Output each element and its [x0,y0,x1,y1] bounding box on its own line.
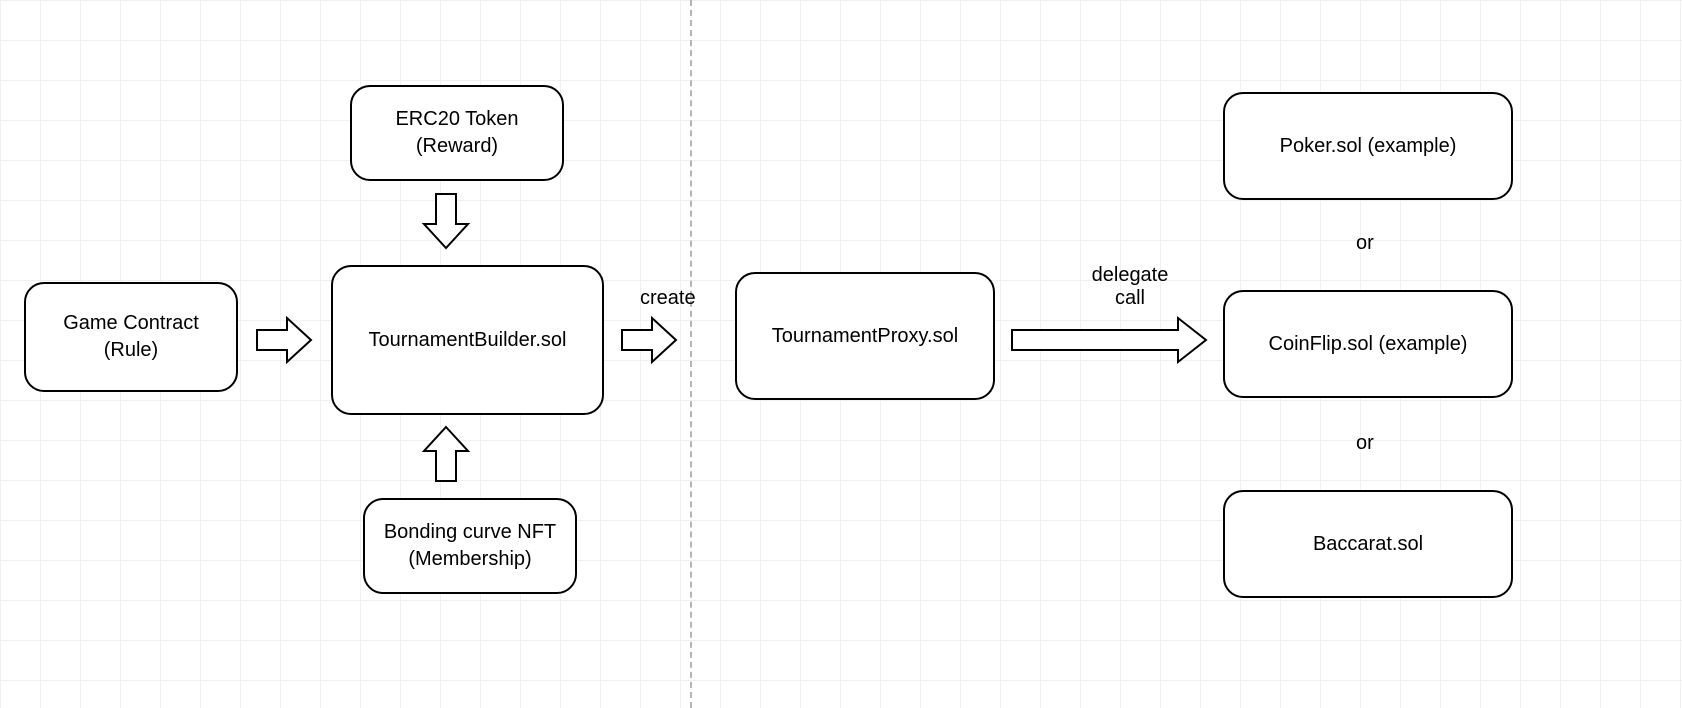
diagram-canvas: Game Contract (Rule) ERC20 Token (Reward… [0,0,1682,708]
node-bonding-curve-nft: Bonding curve NFT (Membership) [363,498,577,594]
label-or-2: or [1356,432,1374,455]
label-delegate-call: delegate call [1070,264,1190,310]
arrow-bonding-to-builder [422,425,470,483]
node-tournament-builder: TournamentBuilder.sol [331,265,604,415]
arrow-builder-to-proxy [620,316,678,364]
node-erc20-token: ERC20 Token (Reward) [350,85,564,181]
arrow-erc20-to-builder [422,192,470,250]
node-game-contract: Game Contract (Rule) [24,282,238,392]
node-coinflip: CoinFlip.sol (example) [1223,290,1513,398]
arrow-game-to-builder [255,316,313,364]
node-poker: Poker.sol (example) [1223,92,1513,200]
node-baccarat: Baccarat.sol [1223,490,1513,598]
label-or-1: or [1356,232,1374,255]
section-divider [690,0,692,708]
arrow-proxy-delegate-call [1010,316,1208,364]
node-tournament-proxy: TournamentProxy.sol [735,272,995,400]
label-create: create [640,287,696,310]
